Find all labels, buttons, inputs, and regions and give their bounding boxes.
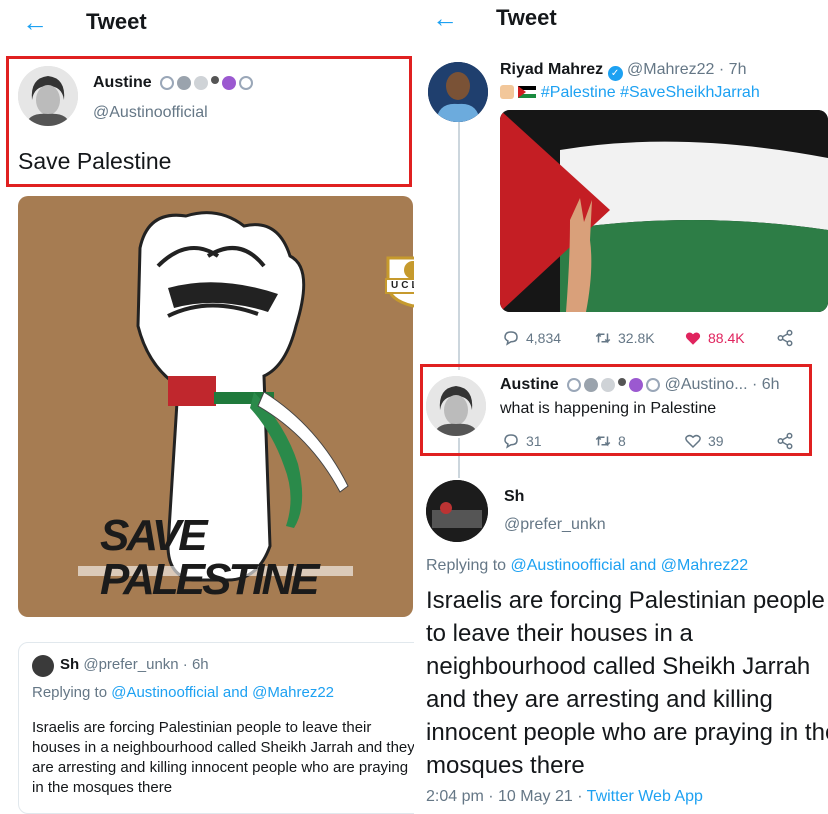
ring-icon — [239, 75, 254, 90]
poster-title-line2: PALESTINE — [100, 555, 320, 604]
tweet-source-link[interactable]: Twitter Web App — [587, 788, 703, 805]
reply2-author-name[interactable]: Sh — [504, 488, 524, 506]
hands-icon — [500, 85, 514, 99]
header-title: Tweet — [86, 9, 147, 34]
like-action[interactable]: 88.4K — [684, 329, 745, 347]
share-icon — [777, 329, 793, 347]
tweet-time: · 7h — [718, 61, 747, 78]
avatar[interactable] — [426, 376, 486, 436]
share-icon — [777, 432, 793, 450]
ring-icon — [646, 377, 661, 392]
reply1-like-count: 39 — [708, 433, 724, 449]
reply2-author-handle[interactable]: @prefer_unkn — [504, 516, 606, 534]
tweet-timestamp: 2:04 pm · 10 May 21 · — [426, 788, 583, 805]
verified-badge-icon: ✓ — [607, 66, 623, 81]
reply-avatar[interactable] — [32, 655, 54, 677]
tweet-image[interactable]: SAVE PALESTINE — [18, 196, 413, 617]
retweet-icon — [595, 435, 611, 447]
replying-to: Replying to @Austinoofficial and @Mahrez… — [32, 684, 334, 701]
replying-prefix: Replying to — [32, 684, 108, 701]
author-line: Austine — [93, 74, 254, 92]
reply1-reply-count: 31 — [526, 433, 542, 449]
author-name[interactable]: Austine — [93, 74, 152, 91]
reply1-time: · 6h — [751, 376, 780, 393]
reply-icon — [504, 434, 518, 449]
author-name[interactable]: Riyad Mahrez — [500, 61, 603, 78]
reply1-retweet-count: 8 — [618, 433, 626, 449]
replying-prefix: Replying to — [426, 557, 507, 574]
retweet-icon — [595, 332, 611, 344]
alien-icon — [177, 75, 192, 90]
devil-icon — [222, 75, 237, 90]
reply-count: 4,834 — [526, 330, 562, 346]
palestine-flag-photo — [500, 110, 828, 312]
reply1-retweet-action[interactable]: 8 — [594, 432, 626, 450]
reply1-reply-action[interactable]: 31 — [502, 432, 542, 450]
dot-icon — [618, 377, 627, 386]
tweet-header: ← Tweet — [0, 0, 414, 46]
replying-users-link[interactable]: @Austinoofficial and @Mahrez22 — [111, 684, 334, 701]
author-handle[interactable]: @Austinoofficial — [93, 104, 208, 122]
share-action[interactable] — [776, 329, 794, 347]
heart-icon — [685, 434, 701, 449]
skull-icon — [601, 377, 616, 392]
reply1-author-handle[interactable]: @Austino... — [665, 376, 748, 393]
avatar[interactable] — [18, 66, 78, 126]
name-emojis — [567, 377, 661, 392]
reply-author-name[interactable]: Sh — [60, 656, 79, 673]
ring-icon — [160, 75, 175, 90]
hashtag-line: #Palestine #SaveSheikhJarrah — [500, 84, 760, 102]
right-tweet-panel: ← Tweet Riyad Mahrez ✓ @Mahrez22 · 7h #P… — [414, 0, 828, 814]
retweet-action[interactable]: 32.8K — [594, 329, 655, 347]
like-count: 88.4K — [708, 330, 745, 346]
replying-users-link[interactable]: @Austinoofficial and @Mahrez22 — [511, 557, 749, 574]
reply-action[interactable]: 4,834 — [502, 329, 561, 347]
palestine-flag-icon — [518, 86, 537, 98]
tweet-text: Save Palestine — [18, 148, 172, 174]
heart-filled-icon — [685, 332, 701, 345]
devil-icon — [629, 377, 644, 392]
back-arrow-icon[interactable]: ← — [432, 5, 458, 31]
dot-icon — [211, 75, 220, 84]
retweet-count: 32.8K — [618, 330, 655, 346]
avatar[interactable] — [428, 62, 488, 122]
fist-illustration — [78, 211, 353, 582]
reply2-text: Israelis are forcing Palestinian people … — [426, 587, 828, 779]
header-title: Tweet — [496, 5, 557, 30]
reply1-author-line: Austine @Austino... · 6h — [500, 376, 828, 394]
tweet-header: ← Tweet — [414, 0, 828, 46]
watermark-badge: UCL.4 — [382, 252, 414, 308]
reply-time: · 6h — [182, 656, 209, 673]
back-arrow-icon[interactable]: ← — [22, 9, 48, 35]
reply1-text: what is happening in Palestine — [500, 400, 717, 417]
poster-title-line1: SAVE — [100, 511, 208, 560]
reply-author-handle[interactable]: @prefer_unkn — [83, 656, 178, 673]
left-tweet-panel: ← Tweet Austine @Austinoofficial Save Pa… — [0, 0, 414, 814]
reply-icon — [504, 331, 518, 346]
reply1-like-action[interactable]: 39 — [684, 432, 724, 450]
reply-author-line: Sh @prefer_unkn · 6h — [60, 656, 209, 673]
skull-icon — [194, 75, 209, 90]
name-emojis — [160, 75, 254, 90]
reply1-author-name[interactable]: Austine — [500, 376, 559, 393]
hashtags-link[interactable]: #Palestine #SaveSheikhJarrah — [541, 84, 760, 101]
author-line: Riyad Mahrez ✓ @Mahrez22 · 7h — [500, 61, 746, 81]
avatar[interactable] — [426, 480, 488, 542]
tweet-meta: 2:04 pm · 10 May 21 · Twitter Web App — [426, 788, 703, 806]
reply-text: Israelis are forcing Palestinian people … — [32, 719, 414, 796]
replying-to: Replying to @Austinoofficial and @Mahrez… — [426, 557, 748, 575]
thread-line — [458, 122, 460, 370]
author-handle[interactable]: @Mahrez22 — [627, 61, 714, 78]
alien-icon — [584, 377, 599, 392]
ring-icon — [567, 377, 582, 392]
reply1-share-action[interactable] — [776, 432, 794, 450]
tweet-image[interactable] — [500, 110, 828, 312]
watermark-text: UCL.4 — [391, 280, 414, 291]
